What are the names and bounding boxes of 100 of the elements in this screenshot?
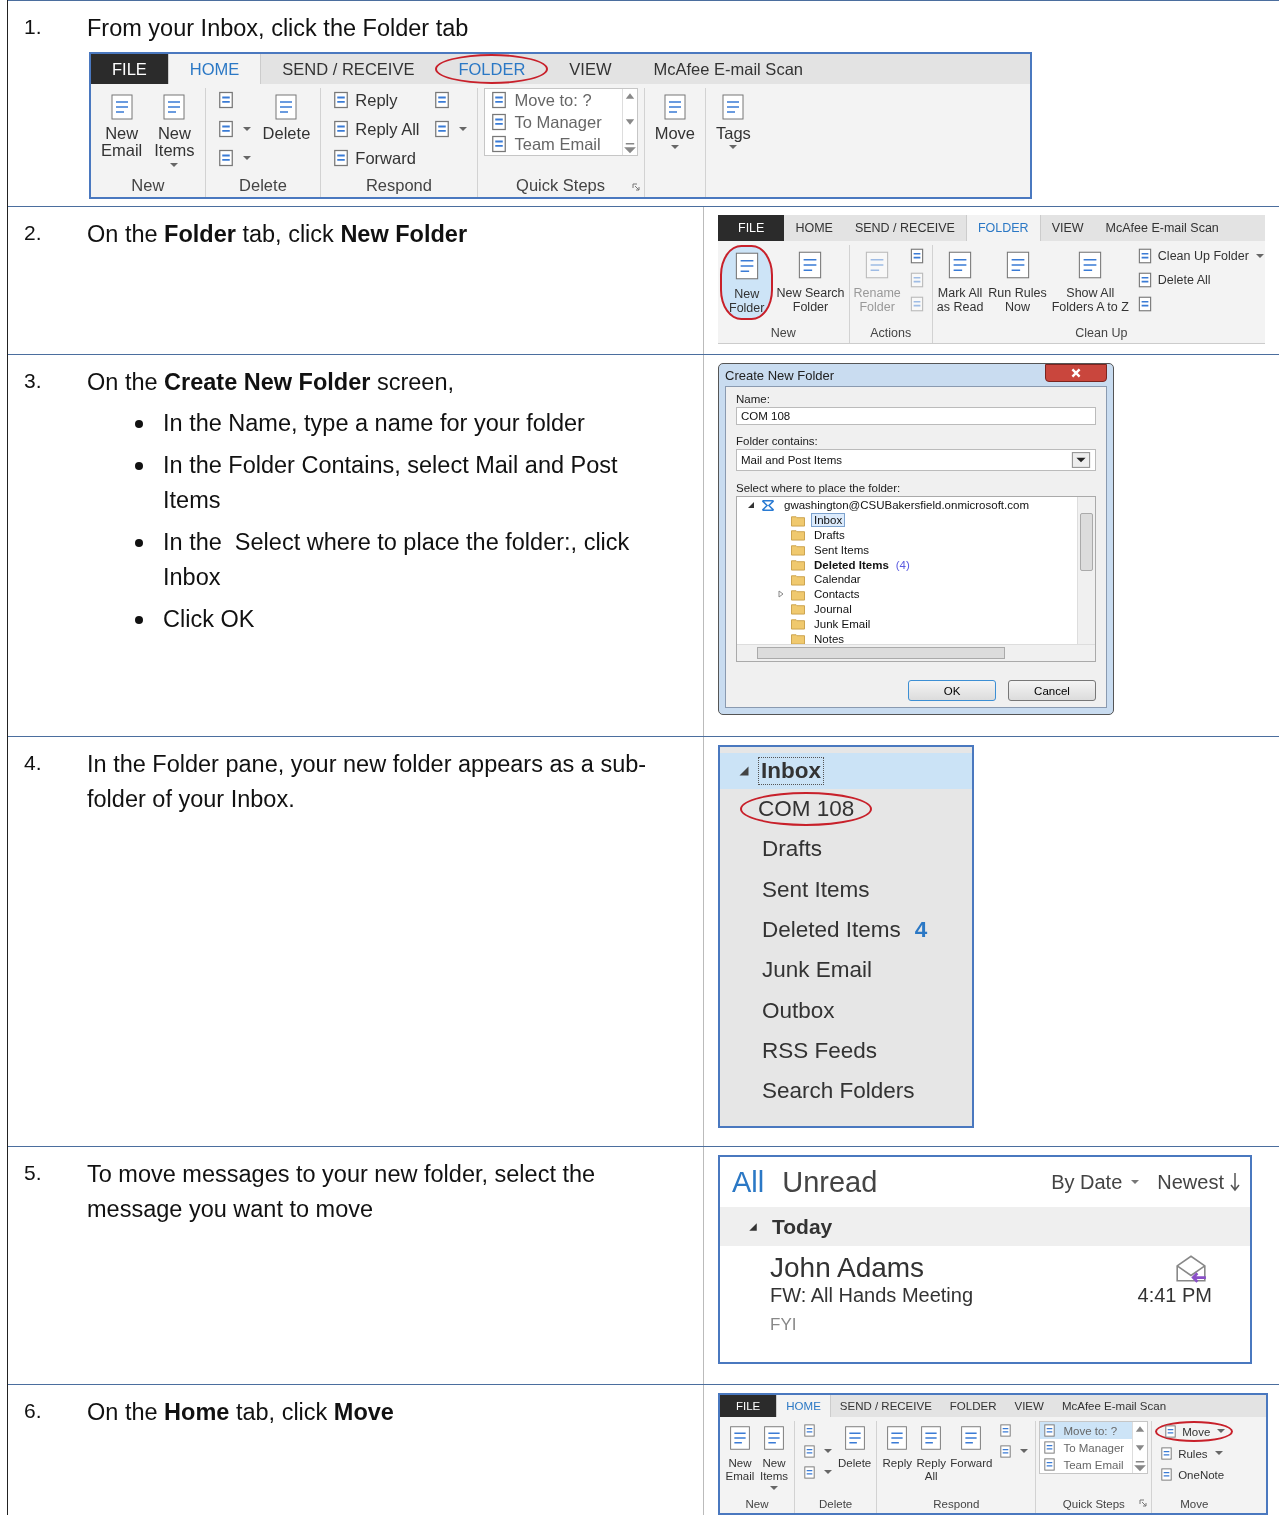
- ribbon-button[interactable]: New Email: [97, 88, 147, 163]
- expand-gallery-icon[interactable]: [1133, 1459, 1148, 1473]
- folder-item[interactable]: Junk Email: [720, 950, 972, 991]
- ribbon-button[interactable]: Rules: [1155, 1444, 1234, 1463]
- ribbon-button[interactable]: Mark All as Read: [934, 245, 986, 318]
- step-instruction: On the Folder tab, click New Folder: [87, 220, 468, 249]
- caret-icon: [670, 145, 679, 151]
- close-button[interactable]: [1045, 364, 1107, 382]
- folder-item[interactable]: Search Folders: [720, 1071, 972, 1112]
- folder-item[interactable]: Inbox: [720, 753, 972, 789]
- folder-type-dropdown[interactable]: Mail and Post Items: [736, 449, 1096, 471]
- quick-step-item[interactable]: Move to: ?: [484, 89, 622, 111]
- ribbon-button[interactable]: New Items: [150, 88, 199, 171]
- expand-gallery-icon[interactable]: [622, 141, 637, 155]
- bullet-icon: [135, 420, 143, 428]
- ribbon-button[interactable]: Forward: [948, 1421, 995, 1473]
- ribbon-button[interactable]: OneNote: [1155, 1465, 1234, 1484]
- document-icon: [1163, 1424, 1179, 1439]
- sort-order-button[interactable]: Newest: [1157, 1170, 1240, 1194]
- dialog-launcher-icon[interactable]: [1139, 1499, 1148, 1507]
- folder-item[interactable]: Sent Items: [720, 869, 972, 910]
- folder-item[interactable]: Drafts: [720, 829, 972, 870]
- name-field[interactable]: COM 108: [736, 407, 1096, 425]
- expanded-arrow-icon[interactable]: [738, 765, 750, 777]
- ribbon-button[interactable]: Reply: [880, 1421, 915, 1473]
- ribbon-button[interactable]: Delete All: [1131, 269, 1268, 291]
- ribbon-button[interactable]: New Folder: [720, 245, 774, 320]
- tree-item[interactable]: Notes: [811, 631, 848, 646]
- ribbon-tab[interactable]: FOLDER: [940, 1395, 1006, 1417]
- ribbon-button[interactable]: Move: [650, 88, 699, 154]
- ribbon-button[interactable]: Forward: [327, 146, 424, 170]
- tree-item[interactable]: Drafts: [811, 528, 848, 542]
- folder-item[interactable]: Outbox: [720, 990, 972, 1031]
- ribbon-tab[interactable]: HOME: [784, 215, 844, 241]
- filter-tab[interactable]: All: [732, 1165, 765, 1199]
- tree-item[interactable]: Journal: [811, 601, 855, 616]
- ribbon-tab[interactable]: SEND / RECEIVE: [830, 1395, 941, 1417]
- ribbon-tab[interactable]: HOME: [776, 1395, 831, 1417]
- tree-item[interactable]: Inbox: [811, 513, 846, 528]
- tree-item[interactable]: Calendar: [811, 572, 864, 587]
- tree-item[interactable]: Junk Email: [811, 616, 874, 631]
- vertical-scrollbar[interactable]: [1077, 497, 1095, 645]
- folder-item[interactable]: COM 108: [720, 789, 972, 830]
- quick-step-item[interactable]: To Manager: [484, 111, 622, 133]
- tree-item[interactable]: Contacts: [811, 587, 863, 602]
- folder-icon: [789, 558, 807, 572]
- collapsed-arrow-icon[interactable]: [777, 590, 785, 599]
- ribbon-tab[interactable]: VIEW: [1005, 1395, 1053, 1417]
- ribbon-tab[interactable]: McAfee E-mail Scan: [1094, 215, 1230, 241]
- ribbon-button[interactable]: Delete: [836, 1421, 874, 1473]
- ribbon-tab[interactable]: SEND / RECEIVE: [843, 215, 966, 241]
- ribbon-tab[interactable]: FILE: [720, 1395, 777, 1417]
- ribbon-tab[interactable]: HOME: [167, 54, 262, 84]
- ribbon-button[interactable]: Move: [1155, 1421, 1234, 1442]
- tree-item[interactable]: gwashington@CSUBakersfield.onmicrosoft.com: [781, 498, 1032, 513]
- step-instruction: On the Home tab, click Move: [87, 1398, 394, 1427]
- ribbon-tab[interactable]: FOLDER: [965, 215, 1041, 241]
- ribbon-tab[interactable]: McAfee E-mail Scan: [1052, 1395, 1176, 1417]
- ribbon-button[interactable]: Reply: [327, 88, 424, 112]
- ribbon-button[interactable]: Tags: [712, 88, 755, 154]
- expanded-arrow-icon[interactable]: [747, 501, 755, 510]
- ribbon-button[interactable]: New Items: [757, 1421, 791, 1494]
- ribbon-tab[interactable]: FOLDER: [435, 54, 549, 84]
- document-icon: [802, 1444, 817, 1459]
- ribbon-tab[interactable]: McAfee E-mail Scan: [632, 54, 824, 84]
- tree-item[interactable]: Deleted Items: [811, 557, 892, 572]
- ribbon-button[interactable]: Run Rules Now: [986, 245, 1049, 318]
- ribbon-button[interactable]: Delete: [258, 88, 315, 146]
- tree-item[interactable]: Sent Items: [811, 542, 872, 557]
- quick-step-item[interactable]: Team Email: [1040, 1456, 1133, 1473]
- document-icon: [802, 1465, 817, 1480]
- quick-step-item[interactable]: To Manager: [1040, 1439, 1133, 1456]
- ribbon-button[interactable]: New Search Folder: [774, 245, 847, 318]
- ribbon-button[interactable]: Clean Up Folder: [1131, 245, 1268, 267]
- folder-item[interactable]: Deleted Items 4: [720, 909, 972, 951]
- ribbon-tab[interactable]: VIEW: [548, 54, 633, 84]
- sort-dropdown[interactable]: By Date: [1051, 1170, 1140, 1194]
- message-subject: FW: All Hands Meeting: [770, 1284, 974, 1307]
- ribbon-button[interactable]: Reply All: [914, 1421, 949, 1486]
- bullet-text: Click OK: [163, 605, 255, 634]
- group-label: New: [131, 176, 165, 196]
- dialog-launcher-icon[interactable]: [631, 183, 640, 191]
- filter-tab[interactable]: Unread: [782, 1165, 878, 1199]
- ribbon-tab[interactable]: FILE: [91, 54, 168, 84]
- ribbon-tab[interactable]: FILE: [718, 215, 785, 241]
- group-header[interactable]: Today: [720, 1207, 1250, 1246]
- quick-step-item[interactable]: Team Email: [484, 133, 622, 155]
- dialog-button[interactable]: Cancel: [1008, 680, 1096, 701]
- ribbon-tab[interactable]: SEND / RECEIVE: [261, 54, 436, 84]
- quick-step-item[interactable]: Move to: ?: [1040, 1422, 1133, 1439]
- ribbon-button[interactable]: Show All Folders A to Z: [1049, 245, 1131, 318]
- ribbon-button[interactable]: Reply All: [327, 117, 424, 141]
- group-label: Respond: [933, 1497, 980, 1512]
- folder-icon: [789, 528, 807, 542]
- dialog-button[interactable]: OK: [908, 680, 996, 701]
- ribbon-button[interactable]: New Email: [723, 1421, 757, 1486]
- caret-icon: [170, 162, 179, 168]
- horizontal-scrollbar[interactable]: [737, 644, 1095, 661]
- ribbon-tab[interactable]: VIEW: [1040, 215, 1095, 241]
- folder-item[interactable]: RSS Feeds: [720, 1030, 972, 1072]
